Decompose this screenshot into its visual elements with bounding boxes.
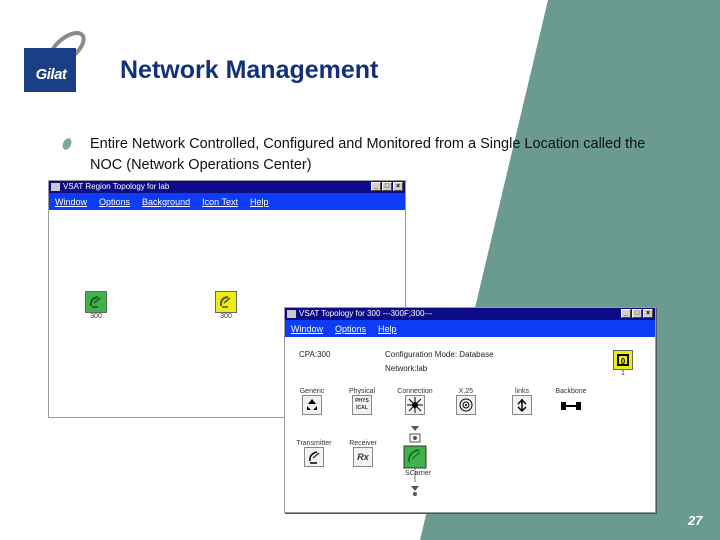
component-label: Receiver: [349, 440, 377, 447]
minimize-button[interactable]: _: [621, 309, 631, 318]
links-icon: [512, 395, 532, 415]
maximize-button[interactable]: □: [632, 309, 642, 318]
component-label: SCarrier: [404, 470, 432, 477]
menu-background[interactable]: Background: [142, 197, 190, 207]
component-connection[interactable]: Connection: [397, 388, 433, 417]
svg-text:0: 0: [621, 357, 626, 366]
transmitter-icon: [304, 447, 324, 467]
connection-tree: [403, 426, 427, 496]
x25-icon: [456, 395, 476, 415]
slide-title: Network Management: [120, 56, 379, 84]
menu-window[interactable]: Window: [55, 197, 87, 207]
cpa-label: CPA:300: [299, 350, 331, 359]
close-button[interactable]: ×: [393, 182, 403, 191]
component-label: X.25: [458, 388, 474, 395]
backbone-icon: [560, 397, 582, 415]
maximize-button[interactable]: □: [382, 182, 392, 191]
region-node-yellow[interactable]: 300: [215, 291, 237, 320]
menu-icon-text[interactable]: Icon Text: [202, 197, 238, 207]
minimize-button[interactable]: _: [371, 182, 381, 191]
component-label: Connection: [397, 388, 433, 395]
component-physical[interactable]: Physical PHYS ICAL: [347, 388, 377, 417]
window-title: VSAT Topology for 300 ---300F;300---: [299, 309, 433, 318]
configuration-mode-label: Configuration Mode: Database: [385, 350, 494, 359]
satellite-dish-icon: [85, 291, 107, 313]
component-label: Physical: [348, 388, 376, 395]
receiver-icon-text: Rx: [357, 452, 369, 462]
app-icon[interactable]: [287, 310, 296, 318]
menu-options[interactable]: Options: [335, 324, 366, 334]
component-label: links: [514, 388, 529, 395]
generic-icon: [302, 395, 322, 415]
satellite-dish-icon: [215, 291, 237, 313]
component-receiver[interactable]: Receiver Rx: [345, 440, 381, 469]
window-title: VSAT Region Topology for lab: [63, 182, 170, 191]
window-titlebar[interactable]: VSAT Topology for 300 ---300F;300--- _ □…: [285, 308, 655, 320]
network-label: Network:lab: [385, 364, 428, 373]
app-icon[interactable]: [51, 183, 60, 191]
page-number: 27: [688, 513, 703, 528]
vsat-topology-window[interactable]: VSAT Topology for 300 ---300F;300--- _ □…: [284, 307, 656, 513]
component-scarrier[interactable]: SCarrier: [393, 470, 443, 477]
status-indicator[interactable]: 0 1: [613, 350, 633, 377]
component-generic[interactable]: Generic: [297, 388, 327, 417]
menu-help[interactable]: Help: [378, 324, 397, 334]
menu-help[interactable]: Help: [250, 197, 269, 207]
component-transmitter[interactable]: Transmitter: [293, 440, 335, 469]
component-links[interactable]: links: [507, 388, 537, 417]
logo-text: Gilat: [35, 66, 67, 83]
menu-options[interactable]: Options: [99, 197, 130, 207]
physical-icon: PHYS ICAL: [352, 395, 372, 415]
node-label: 300: [90, 313, 102, 320]
bullet-text: Entire Network Controlled, Configured an…: [90, 136, 646, 173]
gilat-logo: Gilat: [24, 28, 88, 92]
component-label: Transmitter: [296, 440, 332, 447]
status-counter: 1: [621, 370, 625, 377]
menu-window[interactable]: Window: [291, 324, 323, 334]
component-x25[interactable]: X.25: [451, 388, 481, 417]
status-square-icon: 0: [613, 350, 633, 370]
region-node-green[interactable]: 300: [85, 291, 107, 320]
menu-bar: Window Options Help: [285, 320, 655, 337]
menu-bar: Window Options Background Icon Text Help: [49, 193, 405, 210]
component-label: Backbone: [555, 388, 587, 395]
receiver-icon: Rx: [353, 447, 373, 467]
window-titlebar[interactable]: VSAT Region Topology for lab _ □ ×: [49, 181, 405, 193]
component-backbone[interactable]: Backbone: [553, 388, 589, 415]
connection-icon: [405, 395, 425, 415]
physical-icon-text: PHYS ICAL: [355, 398, 369, 411]
component-label: Generic: [299, 388, 325, 395]
node-label: 300: [220, 313, 232, 320]
close-button[interactable]: ×: [643, 309, 653, 318]
